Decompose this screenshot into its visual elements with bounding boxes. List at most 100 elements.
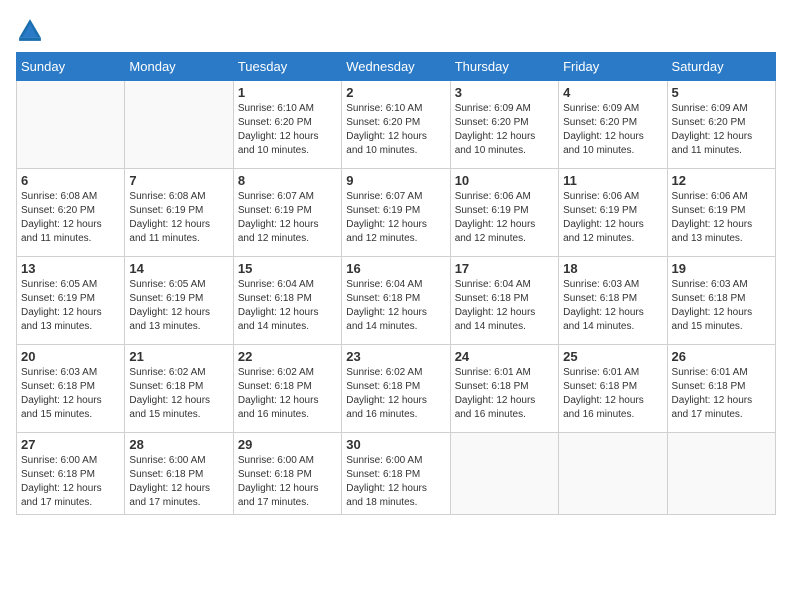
calendar-cell: 27Sunrise: 6:00 AM Sunset: 6:18 PM Dayli… <box>17 433 125 515</box>
day-number: 30 <box>346 437 445 452</box>
calendar-cell: 4 Sunrise: 6:09 AM Sunset: 6:20 PM Daylig… <box>559 81 667 169</box>
day-number: 3 <box>455 85 554 100</box>
day-detail: Sunrise: 6:09 AM Sunset: 6:20 PM Dayligh… <box>563 102 662 158</box>
calendar-cell: 6 Sunrise: 6:08 AM Sunset: 6:20 PM Daylig… <box>17 169 125 257</box>
day-number: 10 <box>455 173 554 188</box>
day-number: 18 <box>563 261 662 276</box>
day-number: 22 <box>238 349 337 364</box>
day-detail: Sunrise: 6:03 AM Sunset: 6:18 PM Dayligh… <box>563 278 662 334</box>
calendar-week-3: 13 Sunrise: 6:05 AM Sunset: 6:19 PM Dayli… <box>17 257 776 345</box>
day-number: 6 <box>21 173 120 188</box>
day-number: 2 <box>346 85 445 100</box>
calendar-cell <box>125 81 233 169</box>
day-detail: Sunrise: 6:02 AM Sunset: 6:18 PM Dayligh… <box>129 366 228 422</box>
day-detail: Sunrise: 6:06 AM Sunset: 6:19 PM Dayligh… <box>455 190 554 246</box>
calendar-cell: 18 Sunrise: 6:03 AM Sunset: 6:18 PM Dayli… <box>559 257 667 345</box>
day-detail: Sunrise: 6:04 AM Sunset: 6:18 PM Dayligh… <box>238 278 337 334</box>
calendar-week-4: 20 Sunrise: 6:03 AM Sunset: 6:18 PM Dayli… <box>17 345 776 433</box>
weekday-header-friday: Friday <box>559 53 667 81</box>
day-number: 29 <box>238 437 337 452</box>
day-number: 20 <box>21 349 120 364</box>
day-number: 12 <box>672 173 771 188</box>
day-detail: Sunrise: 6:00 AM Sunset: 6:18 PM Dayligh… <box>346 454 445 510</box>
calendar-cell: 5 Sunrise: 6:09 AM Sunset: 6:20 PM Daylig… <box>667 81 775 169</box>
day-detail: Sunrise: 6:08 AM Sunset: 6:19 PM Dayligh… <box>129 190 228 246</box>
calendar-cell: 8Sunrise: 6:07 AM Sunset: 6:19 PM Daylig… <box>233 169 341 257</box>
day-number: 26 <box>672 349 771 364</box>
calendar-cell: 29 Sunrise: 6:00 AM Sunset: 6:18 PM Dayli… <box>233 433 341 515</box>
day-detail: Sunrise: 6:03 AM Sunset: 6:18 PM Dayligh… <box>21 366 120 422</box>
day-detail: Sunrise: 6:07 AM Sunset: 6:19 PM Dayligh… <box>238 190 337 246</box>
weekday-header-thursday: Thursday <box>450 53 558 81</box>
calendar-week-1: 1 Sunrise: 6:10 AM Sunset: 6:20 PM Daylig… <box>17 81 776 169</box>
logo <box>16 16 48 44</box>
day-number: 23 <box>346 349 445 364</box>
calendar-cell: 11 Sunrise: 6:06 AM Sunset: 6:19 PM Dayli… <box>559 169 667 257</box>
day-number: 5 <box>672 85 771 100</box>
day-detail: Sunrise: 6:08 AM Sunset: 6:20 PM Dayligh… <box>21 190 120 246</box>
calendar-cell: 9Sunrise: 6:07 AM Sunset: 6:19 PM Daylig… <box>342 169 450 257</box>
day-detail: Sunrise: 6:09 AM Sunset: 6:20 PM Dayligh… <box>672 102 771 158</box>
day-number: 13 <box>21 261 120 276</box>
calendar-cell: 21 Sunrise: 6:02 AM Sunset: 6:18 PM Dayli… <box>125 345 233 433</box>
day-detail: Sunrise: 6:05 AM Sunset: 6:19 PM Dayligh… <box>21 278 120 334</box>
calendar-cell: 1 Sunrise: 6:10 AM Sunset: 6:20 PM Daylig… <box>233 81 341 169</box>
weekday-header-saturday: Saturday <box>667 53 775 81</box>
calendar-cell: 2 Sunrise: 6:10 AM Sunset: 6:20 PM Daylig… <box>342 81 450 169</box>
calendar-week-2: 6 Sunrise: 6:08 AM Sunset: 6:20 PM Daylig… <box>17 169 776 257</box>
day-number: 17 <box>455 261 554 276</box>
calendar-cell: 15 Sunrise: 6:04 AM Sunset: 6:18 PM Dayli… <box>233 257 341 345</box>
day-detail: Sunrise: 6:05 AM Sunset: 6:19 PM Dayligh… <box>129 278 228 334</box>
calendar-cell: 20 Sunrise: 6:03 AM Sunset: 6:18 PM Dayli… <box>17 345 125 433</box>
calendar-cell: 3 Sunrise: 6:09 AM Sunset: 6:20 PM Daylig… <box>450 81 558 169</box>
calendar-cell: 25 Sunrise: 6:01 AM Sunset: 6:18 PM Dayli… <box>559 345 667 433</box>
day-number: 27 <box>21 437 120 452</box>
calendar-cell: 7 Sunrise: 6:08 AM Sunset: 6:19 PM Daylig… <box>125 169 233 257</box>
day-number: 16 <box>346 261 445 276</box>
day-number: 7 <box>129 173 228 188</box>
day-detail: Sunrise: 6:01 AM Sunset: 6:18 PM Dayligh… <box>563 366 662 422</box>
day-number: 28 <box>129 437 228 452</box>
day-number: 15 <box>238 261 337 276</box>
weekday-header-wednesday: Wednesday <box>342 53 450 81</box>
day-detail: Sunrise: 6:10 AM Sunset: 6:20 PM Dayligh… <box>238 102 337 158</box>
day-detail: Sunrise: 6:01 AM Sunset: 6:18 PM Dayligh… <box>455 366 554 422</box>
weekday-header-row: SundayMondayTuesdayWednesdayThursdayFrid… <box>17 53 776 81</box>
day-number: 4 <box>563 85 662 100</box>
calendar-cell <box>559 433 667 515</box>
day-detail: Sunrise: 6:06 AM Sunset: 6:19 PM Dayligh… <box>563 190 662 246</box>
logo-icon <box>16 16 44 44</box>
day-detail: Sunrise: 6:03 AM Sunset: 6:18 PM Dayligh… <box>672 278 771 334</box>
day-detail: Sunrise: 6:10 AM Sunset: 6:20 PM Dayligh… <box>346 102 445 158</box>
day-number: 19 <box>672 261 771 276</box>
day-detail: Sunrise: 6:01 AM Sunset: 6:18 PM Dayligh… <box>672 366 771 422</box>
day-detail: Sunrise: 6:00 AM Sunset: 6:18 PM Dayligh… <box>238 454 337 510</box>
weekday-header-monday: Monday <box>125 53 233 81</box>
day-detail: Sunrise: 6:00 AM Sunset: 6:18 PM Dayligh… <box>129 454 228 510</box>
day-number: 14 <box>129 261 228 276</box>
day-detail: Sunrise: 6:09 AM Sunset: 6:20 PM Dayligh… <box>455 102 554 158</box>
day-number: 25 <box>563 349 662 364</box>
weekday-header-tuesday: Tuesday <box>233 53 341 81</box>
day-number: 21 <box>129 349 228 364</box>
calendar-cell: 30 Sunrise: 6:00 AM Sunset: 6:18 PM Dayli… <box>342 433 450 515</box>
calendar-cell: 10 Sunrise: 6:06 AM Sunset: 6:19 PM Dayli… <box>450 169 558 257</box>
calendar-cell <box>667 433 775 515</box>
day-number: 11 <box>563 173 662 188</box>
day-number: 1 <box>238 85 337 100</box>
calendar-cell <box>450 433 558 515</box>
calendar-cell: 22 Sunrise: 6:02 AM Sunset: 6:18 PM Dayli… <box>233 345 341 433</box>
calendar-cell: 24 Sunrise: 6:01 AM Sunset: 6:18 PM Dayli… <box>450 345 558 433</box>
day-number: 24 <box>455 349 554 364</box>
day-number: 9 <box>346 173 445 188</box>
calendar-cell: 16 Sunrise: 6:04 AM Sunset: 6:18 PM Dayli… <box>342 257 450 345</box>
day-detail: Sunrise: 6:04 AM Sunset: 6:18 PM Dayligh… <box>455 278 554 334</box>
calendar-cell: 13 Sunrise: 6:05 AM Sunset: 6:19 PM Dayli… <box>17 257 125 345</box>
calendar-week-5: 27 Sunrise: 6:00 AM Sunset: 6:18 PM Dayli… <box>17 433 776 515</box>
calendar-cell: 28 Sunrise: 6:00 AM Sunset: 6:18 PM Dayli… <box>125 433 233 515</box>
calendar-cell: 17 Sunrise: 6:04 AM Sunset: 6:18 PM Dayli… <box>450 257 558 345</box>
day-detail: Sunrise: 6:04 AM Sunset: 6:18 PM Dayligh… <box>346 278 445 334</box>
weekday-header-sunday: Sunday <box>17 53 125 81</box>
calendar-cell: 12Sunrise: 6:06 AM Sunset: 6:19 PM Dayli… <box>667 169 775 257</box>
day-detail: Sunrise: 6:02 AM Sunset: 6:18 PM Dayligh… <box>238 366 337 422</box>
